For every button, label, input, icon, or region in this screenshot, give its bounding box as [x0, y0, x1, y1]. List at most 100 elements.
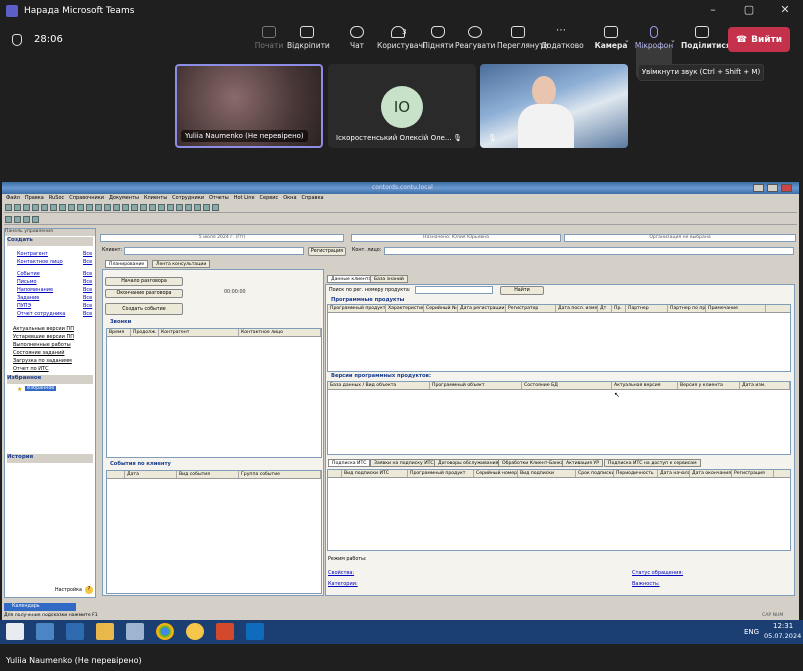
- help-icon[interactable]: ?: [85, 586, 93, 594]
- share-button[interactable]: Поділитися: [681, 26, 731, 50]
- create-item[interactable]: Контактное лицо: [17, 259, 63, 265]
- outlook-icon[interactable]: [246, 623, 264, 640]
- report-link[interactable]: Устаревшие версии ПП: [13, 334, 74, 340]
- menu-item[interactable]: Правка: [25, 195, 44, 201]
- raise-hand-button[interactable]: Підняти: [418, 26, 458, 50]
- favorites-item[interactable]: Избранное: [25, 386, 57, 391]
- unpin-button[interactable]: Відкріпити: [287, 26, 330, 50]
- all-link[interactable]: Все: [83, 287, 92, 293]
- mic-chevron-icon[interactable]: ⌄: [670, 36, 676, 44]
- all-link[interactable]: Все: [83, 295, 92, 301]
- report-link[interactable]: Актуальные версии ПП: [13, 326, 74, 332]
- create-item[interactable]: Задание: [17, 295, 39, 301]
- maximize-button[interactable]: ▢: [736, 2, 762, 18]
- language-indicator[interactable]: ENG: [744, 628, 759, 636]
- tab-consultation[interactable]: Лента консультации: [152, 260, 211, 268]
- all-link[interactable]: Все: [83, 311, 92, 317]
- menu-item[interactable]: Отчеты: [209, 195, 229, 201]
- menu-item[interactable]: Сервис: [260, 195, 279, 201]
- tab-planning[interactable]: Планирование: [105, 260, 149, 268]
- mic-button[interactable]: Мікрофон: [634, 26, 674, 50]
- all-link[interactable]: Все: [83, 271, 92, 277]
- report-link[interactable]: Состояние заданий: [13, 350, 64, 356]
- report-link[interactable]: Выполненные работы: [13, 342, 71, 348]
- record-button[interactable]: Почати: [249, 26, 289, 50]
- menu-item[interactable]: Hot Line: [234, 195, 255, 201]
- create-event-button[interactable]: Создать событие: [105, 303, 183, 315]
- menu-item[interactable]: Клиенты: [144, 195, 167, 201]
- more-icon: ⋯: [556, 25, 566, 36]
- all-link[interactable]: Все: [83, 303, 92, 309]
- app-icon[interactable]: [216, 623, 234, 640]
- create-item[interactable]: Отчет сотрудника: [17, 311, 65, 317]
- start-icon[interactable]: [6, 623, 24, 640]
- tab-its-requests[interactable]: Заявки на подписку ИТС: [370, 459, 438, 467]
- create-item[interactable]: ПУПЭ: [17, 303, 31, 309]
- contact-field[interactable]: [384, 247, 794, 255]
- calendar-task-button[interactable]: Календарь пользователя: [4, 603, 76, 617]
- report-link[interactable]: Отчет по ИТС: [13, 366, 49, 372]
- create-item[interactable]: Напоминание: [17, 287, 53, 293]
- view-button[interactable]: Переглянути: [497, 26, 548, 50]
- registration-button[interactable]: Регистрация: [308, 247, 346, 256]
- properties-link[interactable]: Свойства:: [328, 570, 354, 576]
- tab-knowledge-base[interactable]: База знаний: [370, 275, 408, 283]
- categories-link[interactable]: Категории:: [328, 581, 358, 587]
- notepad-icon[interactable]: [126, 623, 144, 640]
- chat-button[interactable]: Чат: [337, 26, 377, 50]
- tab-service-contracts[interactable]: Договоры обслуживания: [434, 459, 503, 467]
- tab-client-data[interactable]: Данные клиента: [327, 275, 376, 283]
- status-link[interactable]: Статус обращения:: [632, 570, 683, 576]
- participant-tile[interactable]: Yuliia Naumenko (Не перевірено): [175, 64, 323, 148]
- shared-close-button[interactable]: [781, 184, 792, 192]
- menu-item[interactable]: Справочники: [69, 195, 104, 201]
- participant-name: Yuliia Naumenko (Не перевірено): [181, 130, 308, 142]
- menu-item[interactable]: Окна: [283, 195, 296, 201]
- menu-item[interactable]: RuSoc: [49, 195, 64, 201]
- search-product-field[interactable]: [415, 286, 493, 294]
- menu-item[interactable]: Сотрудники: [172, 195, 204, 201]
- all-link[interactable]: Все: [83, 259, 92, 265]
- client-field[interactable]: [124, 247, 304, 255]
- report-link[interactable]: Загрузка по заданиям: [13, 358, 72, 364]
- tab-client-bank[interactable]: Обработки Клиент-Банка: [498, 459, 568, 467]
- participant-tile[interactable]: ІО Іскоростенський Олексій Оле... 🎙︎: [328, 64, 476, 148]
- find-button[interactable]: Найти: [500, 286, 544, 295]
- leave-button[interactable]: ☎ Вийти: [728, 27, 790, 52]
- importance-link[interactable]: Важность:: [632, 581, 660, 587]
- 1c-icon[interactable]: [186, 623, 204, 640]
- search-label: Поиск по рег. номеру продукта:: [329, 288, 411, 293]
- camera-chevron-icon[interactable]: ⌄: [624, 36, 630, 44]
- all-link[interactable]: Все: [83, 251, 92, 257]
- shared-maximize-button[interactable]: [767, 184, 778, 192]
- tab-its-services[interactable]: Подписка ИТС на доступ к сервисам: [604, 459, 701, 467]
- menu-item[interactable]: Документы: [109, 195, 139, 201]
- participant-tile[interactable]: 🎙︎: [480, 64, 628, 148]
- chrome-icon[interactable]: [156, 623, 174, 640]
- clock-date: 05.07.2024: [764, 632, 802, 640]
- settings-link[interactable]: Настройка: [55, 588, 82, 593]
- create-item[interactable]: Письмо: [17, 279, 37, 285]
- tab-its-subscription[interactable]: Подписка ИТС: [328, 459, 371, 467]
- create-item[interactable]: Контрагент: [17, 251, 48, 257]
- all-link[interactable]: Все: [83, 279, 92, 285]
- date-field[interactable]: 5 июля 2024 г. (Пт): [100, 234, 344, 242]
- menu-item[interactable]: Файл: [6, 195, 20, 201]
- client-label: Клиент:: [102, 248, 123, 253]
- folder-icon[interactable]: [96, 623, 114, 640]
- end-call-button[interactable]: Окончание разговора: [105, 289, 183, 298]
- organization-field[interactable]: Организация не выбрана: [564, 234, 796, 242]
- react-button[interactable]: Реагувати: [455, 26, 495, 50]
- powershell-icon[interactable]: [66, 623, 84, 640]
- server-manager-icon[interactable]: [36, 623, 54, 640]
- tab-activation[interactable]: Активация УР: [562, 459, 604, 467]
- close-button[interactable]: ✕: [772, 2, 798, 18]
- create-item[interactable]: Событие: [17, 271, 40, 277]
- assigned-field[interactable]: Назначено: Юлия Юрьевна: [351, 234, 561, 242]
- minimize-button[interactable]: –: [700, 2, 726, 18]
- shared-minimize-button[interactable]: [753, 184, 764, 192]
- people-button[interactable]: Користувачі: [377, 26, 425, 50]
- more-button[interactable]: ⋯ Додатково: [541, 25, 584, 51]
- start-call-button[interactable]: Начало разговора: [105, 277, 183, 286]
- menu-item[interactable]: Справка: [302, 195, 324, 201]
